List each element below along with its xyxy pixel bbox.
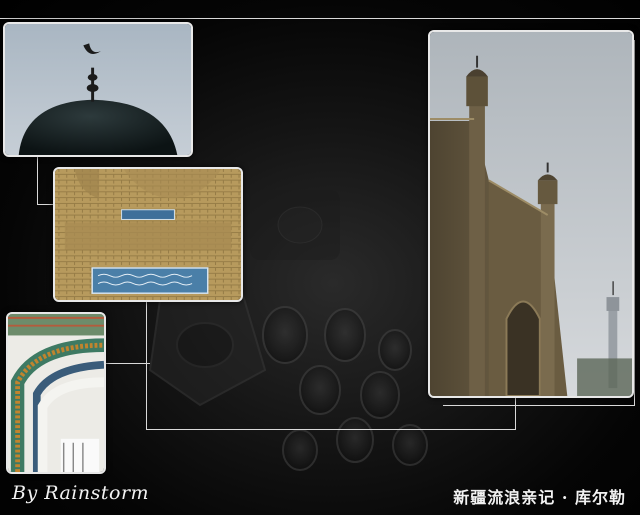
connector-line <box>443 405 635 406</box>
photographer-signature: By Rainstorm <box>12 482 150 504</box>
collage-canvas: By Rainstorm 新疆流浪亲记 · 库尔勒 <box>0 0 640 515</box>
collage-caption: 新疆流浪亲记 · 库尔勒 <box>453 488 626 507</box>
connector-line <box>146 302 147 430</box>
mosque-minarets-photo <box>428 30 634 398</box>
connector-line <box>37 155 38 205</box>
inscription-wall-photo <box>53 167 243 302</box>
top-border-line <box>0 18 640 19</box>
connector-line <box>515 398 516 430</box>
dome-crescent-photo <box>3 22 193 157</box>
arch-detail-photo <box>6 312 106 474</box>
connector-line <box>146 429 516 430</box>
connector-line <box>634 40 635 406</box>
connector-line <box>105 363 150 364</box>
